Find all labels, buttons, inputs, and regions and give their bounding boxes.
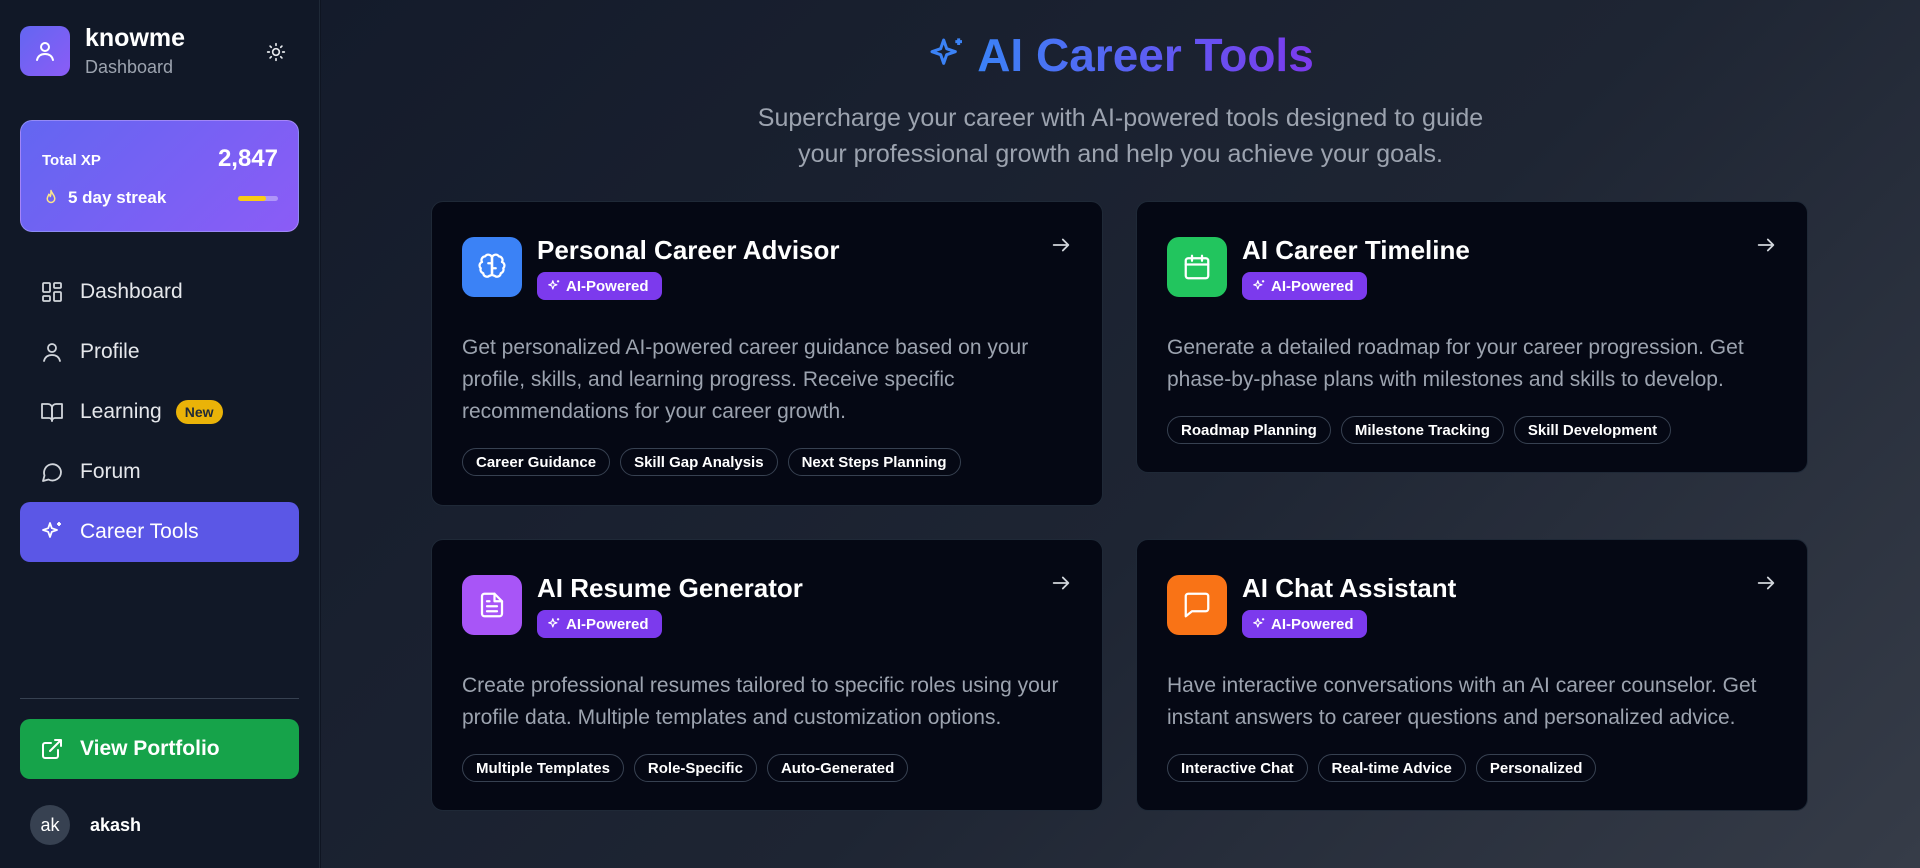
ai-powered-badge: AI-Powered — [537, 610, 662, 638]
sidebar-item-label: Dashboard — [80, 280, 183, 303]
sidebar-item-label: Learning — [80, 400, 162, 423]
sidebar-item-label: Career Tools — [80, 520, 199, 543]
brand-subtitle: Dashboard — [85, 56, 174, 77]
tag-list: Interactive Chat Real-time Advice Person… — [1167, 754, 1606, 782]
chat-icon — [42, 463, 62, 482]
subtitle-line: your professional growth and help you ac… — [798, 140, 1443, 168]
message-icon — [1167, 575, 1227, 635]
tag: Next Steps Planning — [787, 448, 961, 476]
sidebar-item-dashboard[interactable]: Dashboard — [20, 262, 299, 322]
sidebar-item-profile[interactable]: Profile — [20, 322, 299, 382]
xp-value: 2,847 — [217, 145, 278, 172]
arrow-right-icon[interactable] — [1050, 234, 1072, 256]
subtitle-line: Supercharge your career with AI-powered … — [757, 104, 1484, 132]
arrow-right-icon[interactable] — [1755, 234, 1777, 256]
badge-label: AI-Powered — [566, 615, 649, 633]
user-menu[interactable]: ak akash — [30, 805, 141, 845]
user-name: akash — [90, 814, 142, 835]
view-portfolio-button[interactable]: View Portfolio — [20, 719, 299, 779]
sparkles-icon — [42, 522, 61, 538]
tag: Multiple Templates — [462, 754, 624, 782]
ai-powered-badge: AI-Powered — [1242, 272, 1367, 300]
sidebar-divider — [20, 698, 299, 699]
streak-progress-bar — [238, 196, 278, 201]
arrow-right-icon[interactable] — [1755, 572, 1777, 594]
main-content: AI Career Tools Supercharge your career … — [321, 0, 1920, 868]
card-description: Generate a detailed roadmap for your car… — [1167, 336, 1744, 391]
view-portfolio-label: View Portfolio — [80, 737, 220, 760]
xp-label: Total XP — [42, 152, 101, 169]
tag-list: Multiple Templates Role-Specific Auto-Ge… — [462, 754, 918, 782]
avatar: ak — [30, 805, 70, 845]
flame-icon — [46, 189, 56, 204]
tag: Auto-Generated — [766, 754, 909, 782]
page-title: AI Career Tools — [977, 29, 1314, 81]
sparkles-icon — [548, 618, 560, 628]
user-icon — [20, 26, 70, 77]
new-badge: New — [175, 400, 223, 424]
tag: Real-time Advice — [1317, 754, 1466, 782]
ai-powered-badge: AI-Powered — [1242, 610, 1367, 638]
tool-card-career-timeline[interactable]: AI Career Timeline AI-Powered Generate a… — [1136, 201, 1808, 473]
calendar-icon — [1167, 237, 1227, 297]
sidebar-item-label: Profile — [80, 340, 140, 363]
tag-list: Career Guidance Skill Gap Analysis Next … — [462, 448, 971, 476]
card-description: Create professional resumes tailored to … — [462, 674, 1059, 729]
tool-card-resume-generator[interactable]: AI Resume Generator AI-Powered Create pr… — [431, 539, 1103, 811]
theme-toggle-button[interactable] — [262, 38, 290, 66]
sparkles-icon — [1253, 280, 1265, 290]
sidebar-item-label: Forum — [80, 460, 141, 483]
card-title: AI Career Timeline — [1242, 235, 1470, 265]
grid-icon — [42, 282, 62, 302]
sidebar-item-learning[interactable]: Learning New — [20, 382, 299, 442]
streak-progress-fill — [238, 196, 266, 201]
tool-card-chat-assistant[interactable]: AI Chat Assistant AI-Powered Have intera… — [1136, 539, 1808, 811]
sparkles-icon — [930, 38, 963, 65]
tag: Career Guidance — [462, 448, 611, 476]
tag: Skill Development — [1513, 416, 1672, 444]
tag: Role-Specific — [633, 754, 757, 782]
brand[interactable]: knowme Dashboard — [20, 24, 186, 78]
card-title: AI Resume Generator — [537, 573, 803, 603]
card-title: Personal Career Advisor — [537, 235, 840, 265]
page-header: AI Career Tools — [321, 28, 1920, 82]
sparkles-icon — [548, 280, 560, 290]
tag: Interactive Chat — [1167, 754, 1308, 782]
tag: Roadmap Planning — [1167, 416, 1331, 444]
sun-icon — [266, 42, 286, 62]
brand-name: knowme — [85, 24, 186, 52]
streak: 5 day streak — [42, 188, 166, 208]
document-icon — [462, 575, 522, 635]
tag: Personalized — [1475, 754, 1597, 782]
tag: Milestone Tracking — [1340, 416, 1504, 444]
sidebar-item-career-tools[interactable]: Career Tools — [20, 502, 299, 562]
badge-label: AI-Powered — [1271, 615, 1354, 633]
badge-label: AI-Powered — [1271, 277, 1354, 295]
arrow-right-icon[interactable] — [1050, 572, 1072, 594]
tag-list: Roadmap Planning Milestone Tracking Skil… — [1167, 416, 1681, 444]
book-icon — [41, 403, 63, 422]
external-link-icon — [42, 739, 62, 759]
page-subtitle: Supercharge your career with AI-powered … — [321, 100, 1920, 172]
ai-powered-badge: AI-Powered — [537, 272, 662, 300]
streak-label: 5 day streak — [68, 188, 167, 207]
tool-card-career-advisor[interactable]: Personal Career Advisor AI-Powered Get p… — [431, 201, 1103, 506]
card-title: AI Chat Assistant — [1242, 573, 1457, 603]
sidebar-nav: Dashboard Profile Learning New Forum Car… — [20, 262, 299, 562]
badge-label: AI-Powered — [566, 277, 649, 295]
user-icon — [43, 343, 61, 362]
sidebar-item-forum[interactable]: Forum — [20, 442, 299, 502]
sidebar: knowme Dashboard Total XP 2,847 5 day st… — [0, 0, 320, 868]
brain-icon — [462, 237, 522, 297]
card-description: Get personalized AI-powered career guida… — [462, 336, 1029, 423]
tag: Skill Gap Analysis — [620, 448, 778, 476]
sparkles-icon — [1253, 618, 1265, 628]
card-description: Have interactive conversations with an A… — [1167, 674, 1757, 729]
xp-card: Total XP 2,847 5 day streak — [20, 120, 299, 232]
